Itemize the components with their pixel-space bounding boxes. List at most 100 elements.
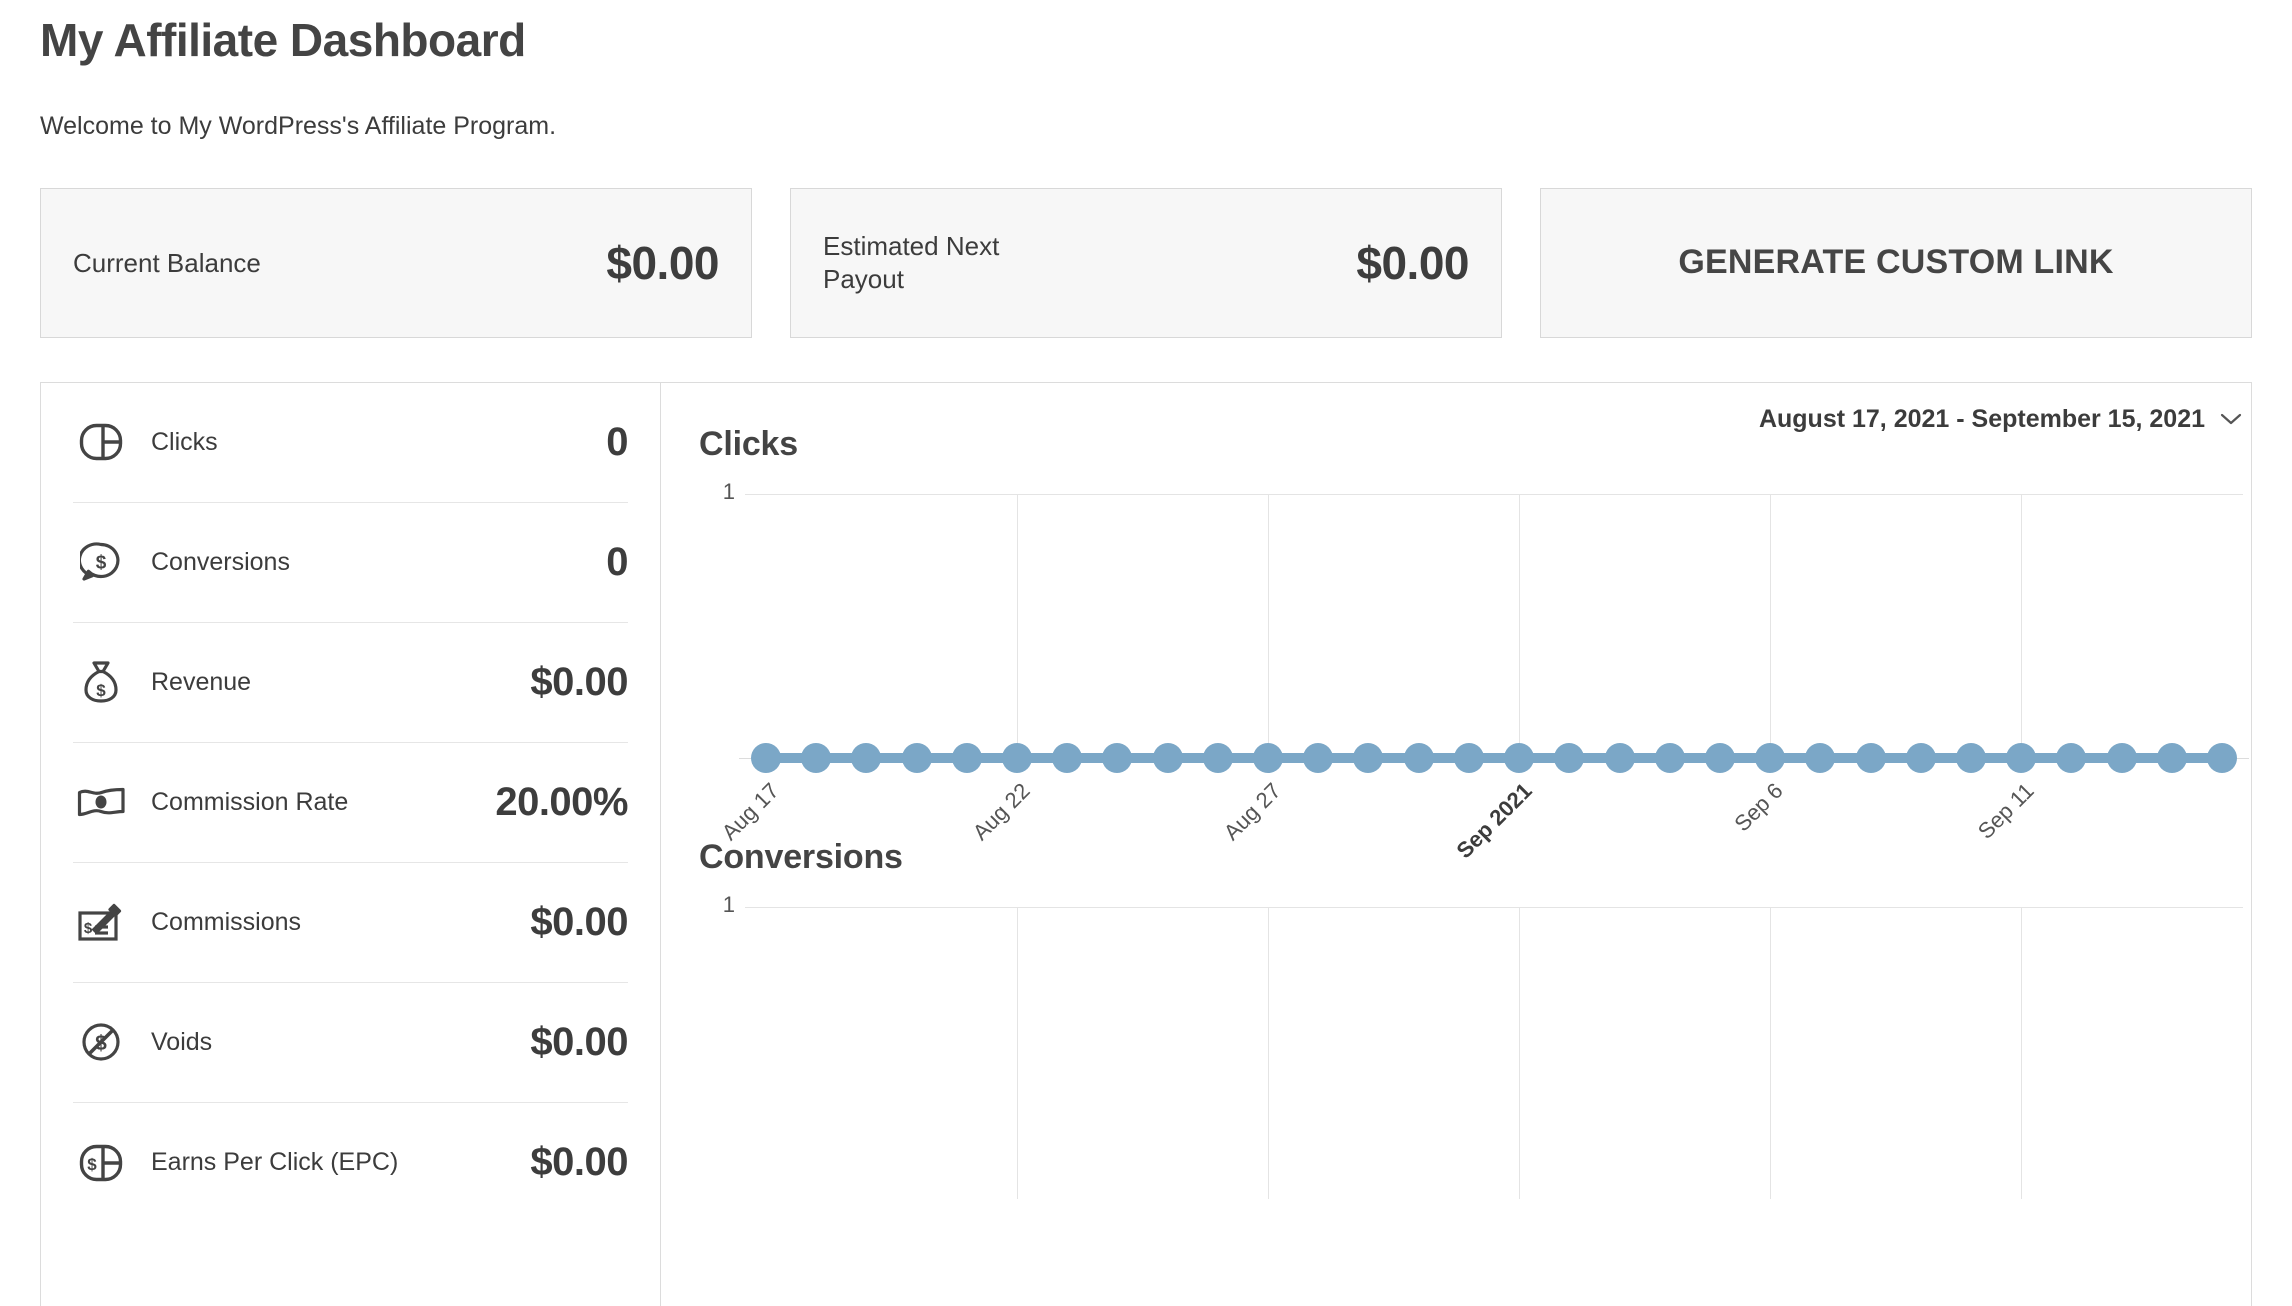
stat-value-epc: $0.00 bbox=[530, 1140, 628, 1185]
cheque-pen-icon: $ bbox=[73, 901, 129, 943]
banknote-icon bbox=[73, 786, 129, 818]
stat-label-clicks: Clicks bbox=[151, 427, 218, 456]
estimated-next-payout-label: Estimated Next Payout bbox=[823, 231, 1000, 294]
data-point-marker[interactable] bbox=[1755, 742, 1786, 773]
gridline-vertical bbox=[1770, 493, 1772, 758]
stat-value-conversions: 0 bbox=[606, 539, 628, 584]
stat-row-conversions: $ Conversions 0 bbox=[73, 503, 628, 623]
gridline-vertical bbox=[1017, 906, 1019, 1199]
page-title: My Affiliate Dashboard bbox=[40, 14, 526, 66]
clicks-chart-block: Clicks 1 Aug 17 Aug 22 Aug 27 Sep 2021 Sep 6S… bbox=[699, 383, 2251, 863]
stat-row-revenue: $ Revenue $0.00 bbox=[73, 623, 628, 743]
gridline-vertical bbox=[1268, 493, 1270, 758]
data-point-marker[interactable] bbox=[1554, 742, 1585, 773]
gridline-vertical bbox=[1770, 906, 1772, 1199]
data-point-marker[interactable] bbox=[1905, 742, 1936, 773]
data-point-marker[interactable] bbox=[2106, 742, 2137, 773]
stat-value-commissions: $0.00 bbox=[530, 899, 628, 944]
stat-row-voids: $ Voids $0.00 bbox=[73, 983, 628, 1103]
data-point-marker[interactable] bbox=[2207, 742, 2238, 773]
data-point-marker[interactable] bbox=[1805, 742, 1836, 773]
conversion-bubble-icon: $ bbox=[73, 541, 129, 583]
gridline-vertical bbox=[1519, 493, 1521, 758]
data-point-marker[interactable] bbox=[851, 742, 882, 773]
data-point-marker[interactable] bbox=[1704, 742, 1735, 773]
estimated-next-payout-card: Estimated Next Payout $0.00 bbox=[790, 187, 1502, 338]
gridline-horizontal bbox=[745, 906, 2243, 908]
current-balance-value: $0.00 bbox=[606, 236, 719, 289]
epc-panel-icon: $ bbox=[73, 1144, 129, 1182]
data-point-marker[interactable] bbox=[1102, 742, 1133, 773]
data-point-marker[interactable] bbox=[901, 742, 932, 773]
gridline-horizontal bbox=[745, 493, 2243, 495]
data-point-marker[interactable] bbox=[1453, 742, 1484, 773]
svg-text:$: $ bbox=[87, 1155, 97, 1174]
generate-custom-link-label: GENERATE CUSTOM LINK bbox=[1678, 243, 2114, 282]
affiliate-dashboard-page: My Affiliate Dashboard Welcome to My Wor… bbox=[0, 0, 2292, 1306]
stat-label-commission-rate: Commission Rate bbox=[151, 787, 349, 816]
clicks-chart-title: Clicks bbox=[699, 424, 798, 463]
svg-text:$: $ bbox=[84, 920, 93, 937]
current-balance-card: Current Balance $0.00 bbox=[40, 187, 752, 338]
stats-and-charts-panel: Clicks 0 $ Conversions 0 $ Revenue $0.00… bbox=[40, 381, 2252, 1306]
clicks-panel-icon bbox=[73, 423, 129, 461]
svg-text:$: $ bbox=[96, 681, 106, 700]
data-point-marker[interactable] bbox=[1202, 742, 1233, 773]
money-bag-icon: $ bbox=[73, 660, 129, 704]
data-point-marker[interactable] bbox=[750, 742, 781, 773]
void-dollar-icon: $ bbox=[73, 1022, 129, 1062]
conversions-chart-block: Conversions 1 bbox=[699, 796, 2251, 1209]
data-point-marker[interactable] bbox=[1403, 742, 1434, 773]
data-point-marker[interactable] bbox=[1052, 742, 1083, 773]
generate-custom-link-button[interactable]: GENERATE CUSTOM LINK bbox=[1540, 187, 2252, 338]
data-point-marker[interactable] bbox=[1303, 742, 1334, 773]
gridline-vertical bbox=[1017, 493, 1019, 758]
data-point-marker[interactable] bbox=[1002, 742, 1033, 773]
data-point-marker[interactable] bbox=[2006, 742, 2037, 773]
data-point-marker[interactable] bbox=[1253, 742, 1284, 773]
data-point-marker[interactable] bbox=[1152, 742, 1183, 773]
y-axis-tick-label: 1 bbox=[722, 891, 735, 917]
stat-value-clicks: 0 bbox=[606, 419, 628, 464]
series-line bbox=[765, 752, 2223, 763]
svg-text:$: $ bbox=[96, 553, 107, 574]
stat-row-commission-rate: Commission Rate 20.00% bbox=[73, 743, 628, 863]
gridline-vertical bbox=[2021, 493, 2023, 758]
data-point-marker[interactable] bbox=[951, 742, 982, 773]
data-point-marker[interactable] bbox=[1353, 742, 1384, 773]
y-axis-tick-label: 1 bbox=[722, 478, 735, 504]
gridline-vertical bbox=[2021, 906, 2023, 1199]
gridline-vertical bbox=[1519, 906, 1521, 1199]
data-point-marker[interactable] bbox=[1654, 742, 1685, 773]
data-point-marker[interactable] bbox=[1855, 742, 1886, 773]
current-balance-label: Current Balance bbox=[73, 247, 261, 278]
gridline-vertical bbox=[1268, 906, 1270, 1199]
stat-row-epc: $ Earns Per Click (EPC) $0.00 bbox=[73, 1103, 628, 1223]
clicks-plot-inner: 1 Aug 17 Aug 22 Aug 27 Sep 2021 Sep 6 Sep 11 bbox=[717, 479, 2249, 863]
stat-row-commissions: $ Commissions $0.00 bbox=[73, 863, 628, 983]
estimated-next-payout-value: $0.00 bbox=[1356, 236, 1469, 289]
stat-value-revenue: $0.00 bbox=[530, 659, 628, 704]
welcome-message: Welcome to My WordPress's Affiliate Prog… bbox=[40, 111, 557, 140]
stat-label-conversions: Conversions bbox=[151, 547, 290, 576]
clicks-plot: 1 Aug 17 Aug 22 Aug 27 Sep 2021 Sep 6 Sep 11 bbox=[699, 479, 2251, 863]
stat-label-commissions: Commissions bbox=[151, 907, 302, 936]
data-point-marker[interactable] bbox=[1604, 742, 1635, 773]
data-point-marker[interactable] bbox=[801, 742, 832, 773]
stat-value-voids: $0.00 bbox=[530, 1019, 628, 1064]
data-point-marker[interactable] bbox=[1504, 742, 1535, 773]
stat-label-voids: Voids bbox=[151, 1027, 213, 1056]
data-point-marker[interactable] bbox=[2056, 742, 2087, 773]
stats-list: Clicks 0 $ Conversions 0 $ Revenue $0.00… bbox=[41, 382, 661, 1306]
summary-cards: Current Balance $0.00 Estimated Next Pay… bbox=[40, 187, 2252, 338]
data-point-marker[interactable] bbox=[2156, 742, 2187, 773]
stat-row-clicks: Clicks 0 bbox=[73, 383, 628, 503]
conversions-plot-inner: 1 bbox=[723, 892, 2243, 1209]
data-point-marker[interactable] bbox=[1955, 742, 1986, 773]
stat-value-commission-rate: 20.00% bbox=[495, 779, 628, 824]
conversions-plot: 1 bbox=[699, 892, 2251, 1209]
conversions-chart-title: Conversions bbox=[699, 837, 903, 876]
stat-label-epc: Earns Per Click (EPC) bbox=[151, 1148, 399, 1177]
stat-label-revenue: Revenue bbox=[151, 667, 252, 696]
charts-area: August 17, 2021 - September 15, 2021 Cli… bbox=[661, 383, 2251, 1306]
